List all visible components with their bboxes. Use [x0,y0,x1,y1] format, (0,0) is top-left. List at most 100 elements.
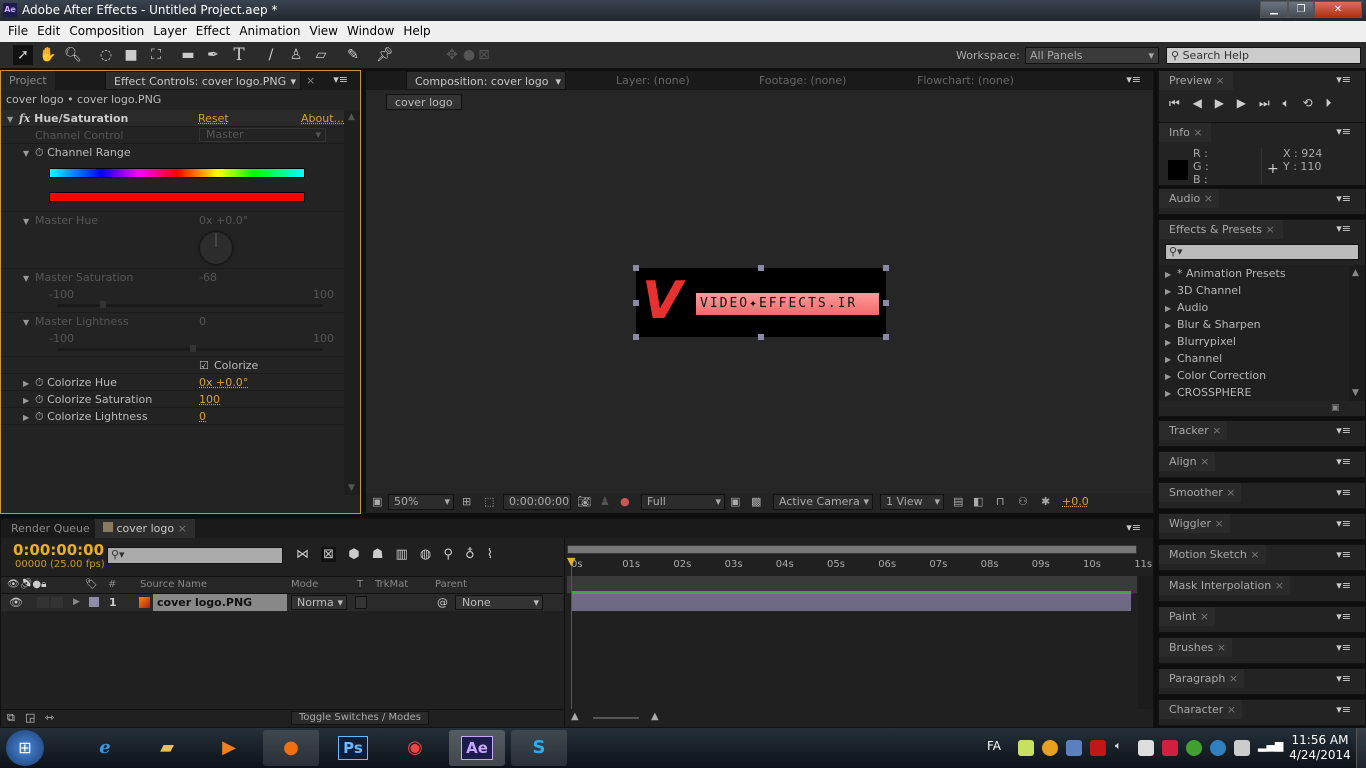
panel-tab[interactable]: Smoother × [1159,483,1242,502]
panel-menu-icon[interactable]: ▾≡ [1336,548,1351,561]
panel-tab[interactable]: Wiggler × [1159,514,1230,533]
chevron-down-icon[interactable]: ▾ [290,72,296,91]
graph-editor-icon[interactable]: ⌇ [487,547,493,562]
region-of-interest-icon[interactable]: ▣ [730,493,740,511]
stopwatch-icon[interactable]: ⏱ [35,393,44,406]
close-icon[interactable]: × [1229,672,1238,685]
panel-menu-icon[interactable]: ▾≡ [1336,641,1351,654]
effects-list-item[interactable]: ▶ * Animation Presets [1165,265,1286,282]
close-icon[interactable]: × [1226,486,1235,499]
tab-render-queue[interactable]: Render Queue [3,519,98,538]
panel-menu-icon[interactable]: ▾≡ [1336,579,1351,592]
menu-layer[interactable]: Layer [152,24,187,38]
layer-duration-bar[interactable] [572,594,1131,611]
current-time-indicator[interactable] [571,559,572,709]
preserve-transparency-checkbox[interactable] [355,596,367,609]
draft-3d-icon[interactable]: ⬢ [348,547,359,562]
colorize-checkbox[interactable]: ☑ [199,357,209,374]
rectangle-tool-icon[interactable]: ▬ [178,45,198,65]
live-update-icon[interactable]: ⊠ [321,547,337,562]
panel-menu-icon[interactable]: ▾≡ [1336,486,1351,499]
brush-tool-icon[interactable]: / [261,45,281,65]
panel-menu-icon[interactable]: ▾≡ [1336,610,1351,623]
zoom-slider[interactable] [593,717,639,719]
menu-view[interactable]: View [309,24,339,38]
eraser-tool-icon[interactable]: ▱ [311,45,331,65]
label-color-swatch[interactable] [89,597,99,607]
close-icon[interactable]: × [1200,455,1209,468]
stopwatch-icon[interactable]: ⏱ [35,376,44,389]
last-frame-icon[interactable]: ⏭ [1259,96,1270,110]
effect-header[interactable]: ▼ fx Hue/Saturation Reset About... [1,110,344,127]
panel-menu-icon[interactable]: ▾≡ [1336,672,1351,685]
menu-window[interactable]: Window [346,24,395,38]
effects-search-input[interactable]: ⚲▾ [1165,244,1359,260]
blend-mode-dropdown[interactable]: Norma ▾ [291,595,347,610]
explorer-taskbar-icon[interactable]: ▰ [139,730,195,766]
current-time-field[interactable]: 0:00:00:00 [503,494,571,510]
effects-list-item[interactable]: ▶ Audio [1165,299,1208,316]
effects-list-item[interactable]: ▶ Blur & Sharpen [1165,316,1261,333]
close-icon[interactable]: × [1250,548,1259,561]
selection-tool-icon[interactable]: ➚ [13,45,33,65]
exposure-icon[interactable]: ✱ [1041,493,1050,511]
panel-menu-icon[interactable]: ▾≡ [1336,703,1351,716]
after-effects-taskbar-icon[interactable]: Ae [449,730,505,766]
channels-icon[interactable]: ● [620,493,630,511]
start-button[interactable]: ⊞ [6,730,44,766]
camera-tool-icon[interactable]: ■ [121,45,141,65]
in-out-icon[interactable]: ⇿ [45,711,54,724]
pick-whip-icon[interactable]: @ [437,594,448,611]
brainstorm-icon[interactable]: ⚲ [443,547,453,562]
minimize-button[interactable]: ▁ [1260,1,1288,18]
panel-menu-icon[interactable]: ▾≡ [1336,73,1351,86]
panel-tab[interactable]: Character × [1159,700,1243,719]
close-icon[interactable]: × [1215,517,1224,530]
panel-menu-icon[interactable]: ▾≡ [1336,222,1351,235]
stopwatch-icon[interactable]: ⏱ [35,410,44,423]
snapshot-icon[interactable]: 📷︎ [577,493,591,511]
panel-menu-icon[interactable]: ▾≡ [1336,455,1351,468]
fast-previews-icon[interactable]: ◧ [973,493,983,511]
clone-stamp-tool-icon[interactable]: ♙ [286,45,306,65]
time-ruler[interactable]: 0s 01s 02s 03s 04s 05s 06s 07s 08s 09s 10s 11s [567,555,1152,575]
tray-icon[interactable] [1162,740,1178,756]
media-player-taskbar-icon[interactable]: ▶ [201,730,257,766]
transfer-controls-icon[interactable]: ◲ [25,711,35,724]
firefox-taskbar-icon[interactable]: ● [263,730,319,766]
col-source-name[interactable]: Source Name [140,577,207,593]
roto-brush-tool-icon[interactable]: ✎ [343,45,363,65]
panel-tab[interactable]: Tracker × [1159,421,1228,440]
tab-preview[interactable]: Preview × [1159,71,1233,90]
effects-list-item[interactable]: ▶ 3D Channel [1165,282,1241,299]
menu-file[interactable]: File [7,24,29,38]
language-indicator[interactable]: FA [987,739,1001,753]
transparency-grid-icon[interactable]: ▩ [751,493,761,511]
colorize-saturation-value[interactable]: 100 [199,391,220,408]
about-link[interactable]: About... [301,110,344,127]
motion-blur-icon[interactable]: ◍ [420,547,431,562]
comp-name-button[interactable]: cover logo [386,94,462,110]
puppet-pin-tool-icon[interactable]: 📌︎ [375,45,395,65]
current-time-display[interactable]: 0:00:00:00 [13,541,104,559]
auto-keyframe-icon[interactable]: ♁ [465,547,475,562]
view-layout-dropdown[interactable]: 1 View ▾ [880,494,944,510]
menu-animation[interactable]: Animation [238,24,301,38]
tab-audio[interactable]: Audio × [1159,189,1219,208]
expand-layer-icon[interactable]: ▶ [73,594,80,611]
panel-tab[interactable]: Motion Sketch × [1159,545,1266,564]
panel-menu-icon[interactable]: ▾≡ [1336,424,1351,437]
panel-menu-icon[interactable]: ▾≡ [1126,521,1141,534]
effects-list-item[interactable]: ▶ Color Correction [1165,367,1266,384]
ie-taskbar-icon[interactable]: e [77,730,133,766]
timeline-search-input[interactable]: ⚲▾ [107,547,283,564]
frame-blending-icon[interactable]: ▥ [395,547,407,562]
text-tool-icon[interactable]: T [229,45,249,65]
tray-icon[interactable] [1018,740,1034,756]
fx-icon[interactable]: fx [19,112,30,125]
colorize-hue-value[interactable]: 0x +0.0° [199,374,248,391]
panel-menu-icon[interactable]: ▾≡ [1336,517,1351,530]
search-help-input[interactable]: ⚲ Search Help [1166,47,1361,64]
effects-list-item[interactable]: ▶ CROSSPHERE [1165,384,1251,401]
close-icon[interactable]: × [1275,579,1284,592]
